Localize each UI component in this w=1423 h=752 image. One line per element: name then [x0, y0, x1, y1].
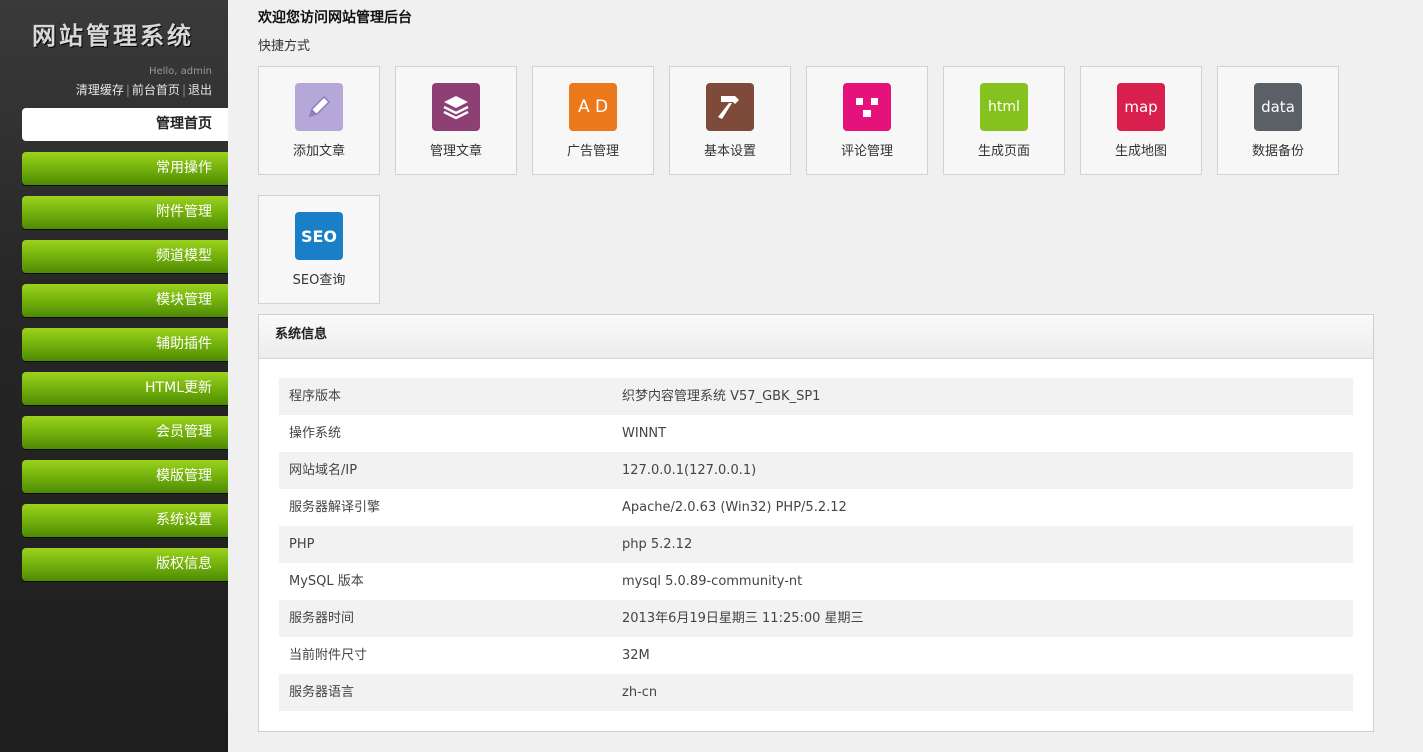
info-value: 127.0.0.1(127.0.0.1)	[622, 463, 757, 478]
shortcuts-heading: 快捷方式	[258, 39, 311, 54]
sidebar: 网站管理系统 Hello, admin 清理缓存 | 前台首页 | 退出 管理首页 常用…	[0, 0, 228, 752]
system-info-title: 系统信息	[259, 315, 1373, 359]
hammer-icon	[706, 83, 754, 131]
shortcut-label: 生成页面	[977, 144, 1030, 159]
page-title: 欢迎您访问网站管理后台	[258, 10, 412, 26]
shortcut-ad-management[interactable]: A D 广告管理	[532, 66, 654, 175]
nav-item-home[interactable]: 管理首页	[22, 108, 228, 141]
ad-icon: A D	[569, 83, 617, 131]
nav-item-members[interactable]: 会员管理	[22, 416, 228, 449]
info-key: MySQL 版本	[289, 574, 364, 589]
seo-icon: SEO	[295, 212, 343, 260]
nav-item-channel-models[interactable]: 频道模型	[22, 240, 228, 273]
shortcut-label: 评论管理	[840, 144, 893, 159]
info-key: 服务器时间	[289, 611, 355, 626]
map-icon: map	[1117, 83, 1165, 131]
shortcut-label: 数据备份	[1251, 144, 1304, 159]
info-key: 服务器解译引擎	[289, 500, 381, 515]
nav-item-common[interactable]: 常用操作	[22, 152, 228, 185]
info-row: 当前附件尺寸 32M	[279, 637, 1353, 674]
info-row: 服务器时间 2013年6月19日星期三 11:25:00 星期三	[279, 600, 1353, 637]
info-key: PHP	[289, 537, 315, 552]
info-value: 2013年6月19日星期三 11:25:00 星期三	[622, 611, 864, 626]
info-row: 网站域名/IP 127.0.0.1(127.0.0.1)	[279, 452, 1353, 489]
nav-item-plugins[interactable]: 辅助插件	[22, 328, 228, 361]
nav-item-attachments[interactable]: 附件管理	[22, 196, 228, 229]
shortcut-add-article[interactable]: 添加文章	[258, 66, 380, 175]
info-value: php 5.2.12	[622, 537, 693, 552]
info-row: 操作系统 WINNT	[279, 415, 1353, 452]
nav-item-settings[interactable]: 系统设置	[22, 504, 228, 537]
shortcut-label: SEO查询	[292, 273, 346, 288]
clear-cache-link[interactable]: 清理缓存	[76, 83, 124, 97]
info-value: WINNT	[622, 426, 667, 441]
info-row: 服务器解译引擎 Apache/2.0.63 (Win32) PHP/5.2.12	[279, 489, 1353, 526]
logout-link[interactable]: 退出	[188, 83, 212, 97]
info-row: 服务器语言 zh-cn	[279, 674, 1353, 711]
info-value: Apache/2.0.63 (Win32) PHP/5.2.12	[622, 500, 847, 515]
top-links: 清理缓存 | 前台首页 | 退出	[75, 83, 212, 97]
system-info-panel: 系统信息 程序版本 织梦内容管理系统 V57_GBK_SP1 操作系统 WINN…	[258, 314, 1374, 732]
info-key: 程序版本	[289, 389, 342, 404]
info-row: MySQL 版本 mysql 5.0.89-community-nt	[279, 563, 1353, 600]
greeting-text: Hello, admin	[148, 66, 212, 77]
shortcut-label: 管理文章	[429, 144, 482, 159]
info-row: 程序版本 织梦内容管理系统 V57_GBK_SP1	[279, 378, 1353, 415]
shortcut-label: 广告管理	[566, 144, 619, 159]
html-icon: html	[980, 83, 1028, 131]
shortcut-generate-sitemap[interactable]: map 生成地图	[1080, 66, 1202, 175]
documents-icon	[432, 83, 480, 131]
nav-item-templates[interactable]: 模版管理	[22, 460, 228, 493]
info-key: 操作系统	[289, 426, 342, 441]
shortcut-manage-articles[interactable]: 管理文章	[395, 66, 517, 175]
shortcut-label: 生成地图	[1114, 144, 1167, 159]
info-row: PHP php 5.2.12	[279, 526, 1353, 563]
info-value: zh-cn	[622, 685, 658, 700]
shortcut-basic-settings[interactable]: 基本设置	[669, 66, 791, 175]
data-icon: data	[1254, 83, 1302, 131]
info-value: mysql 5.0.89-community-nt	[622, 574, 803, 589]
info-key: 网站域名/IP	[289, 463, 358, 478]
vertical-scrollbar[interactable]	[1409, 0, 1423, 752]
comments-icon	[843, 83, 891, 131]
nav-item-modules[interactable]: 模块管理	[22, 284, 228, 317]
site-logo: 网站管理系统	[32, 22, 194, 50]
info-value: 32M	[622, 648, 650, 663]
shortcut-seo-query[interactable]: SEO SEO查询	[258, 195, 380, 304]
shortcut-generate-pages[interactable]: html 生成页面	[943, 66, 1065, 175]
nav-item-copyright[interactable]: 版权信息	[22, 548, 228, 581]
nav-item-html-update[interactable]: HTML更新	[22, 372, 228, 405]
shortcut-label: 基本设置	[703, 144, 756, 159]
shortcut-label: 添加文章	[292, 144, 345, 159]
pencil-icon	[295, 83, 343, 131]
shortcut-data-backup[interactable]: data 数据备份	[1217, 66, 1339, 175]
info-key: 当前附件尺寸	[289, 648, 368, 663]
info-key: 服务器语言	[289, 685, 355, 700]
frontpage-link[interactable]: 前台首页	[132, 83, 180, 97]
info-value: 织梦内容管理系统 V57_GBK_SP1	[622, 389, 821, 404]
shortcut-comments[interactable]: 评论管理	[806, 66, 928, 175]
